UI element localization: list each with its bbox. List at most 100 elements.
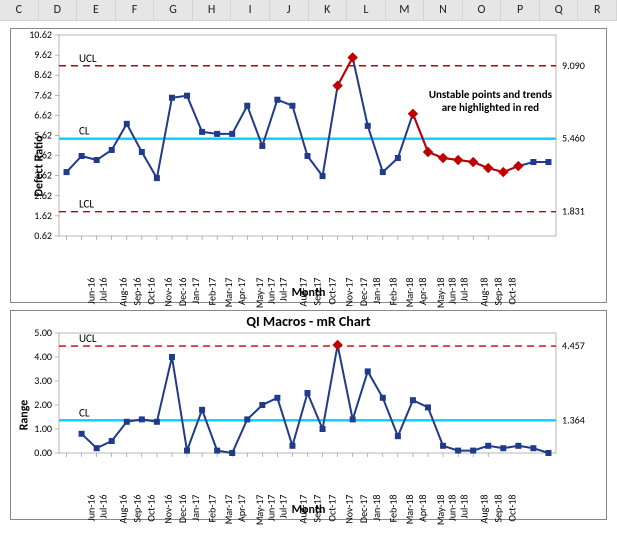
chart2-title: QI Macros - mR Chart [11,311,606,330]
svg-text:UCL: UCL [79,52,97,65]
x-tick-label: Jul-18 [457,278,470,302]
svg-text:9.090: 9.090 [562,59,585,72]
x-tick-label: Mar-17 [222,278,235,308]
x-tick-label: Mar-18 [403,495,416,525]
x-tick-label: Apr-17 [235,278,248,305]
x-tick-label: Apr-18 [416,495,429,522]
chart2-xlabel: Month [292,503,326,517]
svg-text:5.00: 5.00 [34,326,52,339]
x-tick-label: Aug-16 [116,278,129,307]
x-tick-label: Nov-17 [342,278,355,307]
svg-text:1.00: 1.00 [34,422,52,435]
column-header: D [39,0,78,20]
x-tick-label: Dec-16 [176,495,189,524]
x-tick-label: Jan-17 [189,495,202,521]
svg-text:7.62: 7.62 [34,88,52,101]
x-tick-label: Jul-16 [96,495,109,519]
svg-text:0.62: 0.62 [34,229,52,242]
svg-text:3.62: 3.62 [34,169,52,182]
column-header: F [116,0,155,20]
svg-text:6.62: 6.62 [34,108,52,121]
x-tick-label: Oct-18 [506,278,519,305]
column-header: C [0,0,39,20]
column-header: M [386,0,425,20]
column-header: Q [540,0,579,20]
column-header: E [77,0,116,20]
x-tick-label: Feb-17 [205,278,218,306]
x-tick-label: Aug-16 [116,495,129,524]
x-tick-label: Apr-17 [235,495,248,522]
svg-text:10.62: 10.62 [29,28,52,41]
svg-text:1.62: 1.62 [34,209,52,222]
column-header: L [347,0,386,20]
x-tick-label: Dec-16 [176,278,189,307]
svg-text:8.62: 8.62 [34,68,52,81]
x-tick-label: Apr-18 [416,278,429,305]
x-tick-label: Jan-17 [189,278,202,304]
svg-text:5.460: 5.460 [562,132,585,145]
x-tick-label: Oct-16 [144,495,157,522]
svg-text:CL: CL [79,125,90,138]
chart1-annotation: Unstable points and trendsare highlighte… [429,89,552,114]
x-tick-label: Mar-18 [403,278,416,308]
x-tick-label: Sep-18 [492,495,505,523]
x-tick-label: Jun-18 [445,278,458,305]
x-tick-label: Oct-16 [144,278,157,305]
svg-text:2.00: 2.00 [34,398,52,411]
x-tick-label: Jan-18 [370,495,383,521]
column-header: O [463,0,502,20]
column-header: N [424,0,463,20]
x-tick-label: Jan-18 [370,278,383,304]
svg-text:1.364: 1.364 [562,413,585,426]
x-tick-label: Feb-17 [205,495,218,523]
column-header: G [154,0,193,20]
x-tick-label: Sep-16 [130,495,143,523]
x-tick-label: Aug-18 [478,278,491,307]
x-tick-label: Dec-17 [357,278,370,307]
svg-text:LCL: LCL [79,198,94,211]
column-header: J [270,0,309,20]
svg-text:4.457: 4.457 [562,339,585,352]
x-tick-label: Sep-18 [492,278,505,306]
svg-text:UCL: UCL [79,332,97,345]
svg-text:1.831: 1.831 [562,205,585,218]
svg-text:0.00: 0.00 [34,446,52,459]
x-tick-label: Sep-16 [130,278,143,306]
chart1-ylabel: Defect Ratio [33,135,47,196]
x-tick-label: Jul-17 [277,278,290,302]
column-header: K [309,0,348,20]
x-tick-label: Mar-17 [222,495,235,525]
svg-text:2.62: 2.62 [34,189,52,202]
mr-chart: QI Macros - mR Chart Range 0.00 1.00 2.00 3… [10,310,607,520]
svg-text:3.00: 3.00 [34,374,52,387]
column-header: R [578,0,617,20]
x-tick-label: Feb-18 [386,278,399,306]
x-tick-label: Jun-18 [445,495,458,522]
x-tick-label: Oct-17 [325,495,338,522]
x-tick-label: Nov-16 [162,278,175,307]
column-header: I [231,0,270,20]
chart1-xlabel: Month [292,286,326,300]
x-tick-label: Nov-16 [162,495,175,524]
spreadsheet-column-headers: CDEFGHIJKLMNOPQR [0,0,617,21]
x-tick-label: Oct-17 [325,278,338,305]
x-tick-label: Jul-17 [277,495,290,519]
defect-ratio-chart: Defect Ratio 0.62 1.62 2.62 3.62 4.62 5.62 6.6… [10,28,607,303]
svg-text:5.62: 5.62 [34,129,52,142]
x-tick-label: Jun-16 [84,278,97,305]
svg-text:CL: CL [79,406,90,419]
x-tick-label: Feb-18 [386,495,399,523]
svg-text:9.62: 9.62 [34,48,52,61]
chart2-ylabel: Range [17,400,31,431]
svg-text:4.00: 4.00 [34,350,52,363]
x-tick-label: Nov-17 [342,495,355,524]
x-tick-label: Oct-18 [506,495,519,522]
x-tick-label: Dec-17 [357,495,370,524]
x-tick-label: Jun-16 [84,495,97,522]
column-header: P [501,0,540,20]
x-tick-label: Aug-18 [478,495,491,524]
x-tick-label: Jul-18 [457,495,470,519]
column-header: H [193,0,232,20]
svg-text:4.62: 4.62 [34,149,52,162]
x-tick-label: Jul-16 [96,278,109,302]
